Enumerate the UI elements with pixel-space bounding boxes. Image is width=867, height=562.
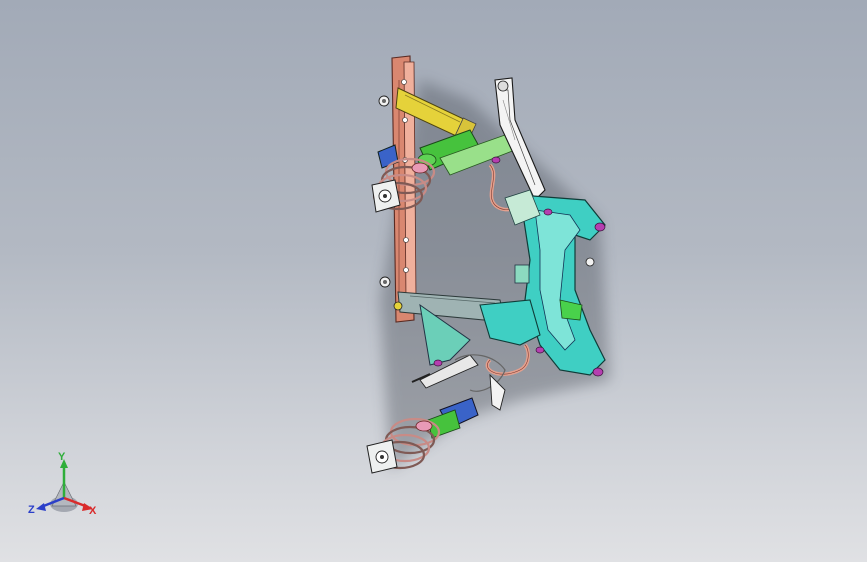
graphics-viewport[interactable]: Y Z X [0,0,867,562]
y-axis-label: Y [58,451,66,463]
suspension-model[interactable] [0,0,867,562]
reference-triad: Y Z X [22,448,106,524]
z-axis-label: Z [28,504,35,516]
x-axis-label: X [89,505,97,517]
